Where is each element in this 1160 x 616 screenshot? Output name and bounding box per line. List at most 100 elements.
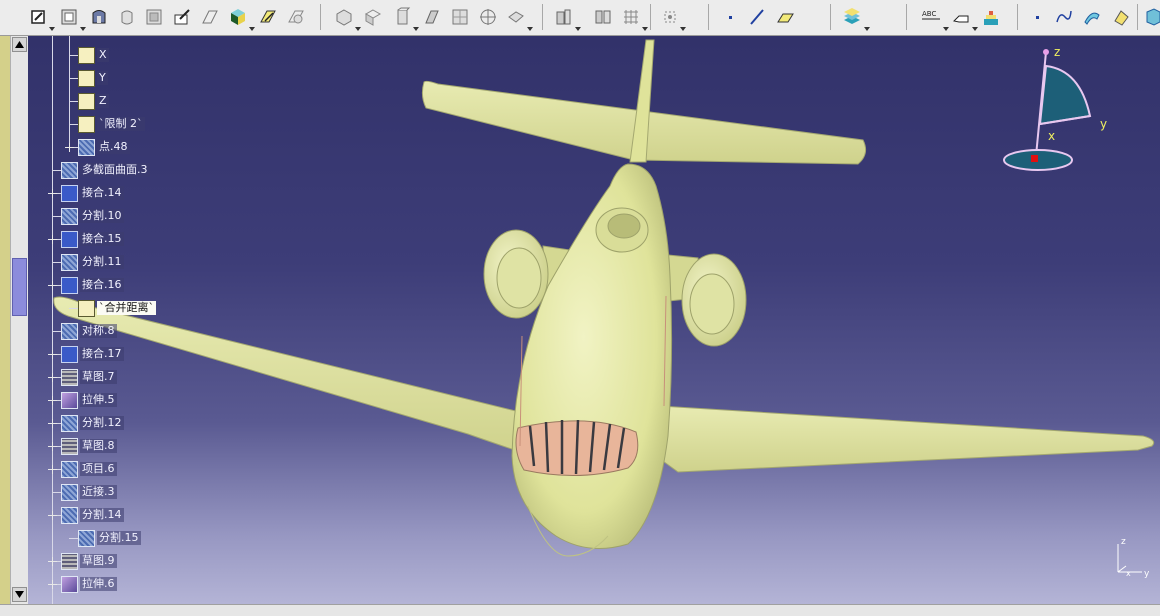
tree-expand-button[interactable] [48, 557, 57, 566]
tree-item[interactable]: 多截面曲面.3 [61, 161, 150, 179]
tree-item[interactable]: 草图.9 [61, 552, 117, 570]
tree-expand-button[interactable] [48, 511, 57, 520]
tree-item[interactable]: `限制 2` [78, 115, 145, 133]
tree-connector [69, 308, 78, 309]
tree-item[interactable]: 拉伸.6 [61, 575, 117, 593]
analysis-icon[interactable] [620, 6, 642, 28]
spline-icon[interactable] [1053, 6, 1075, 28]
tree-item-label: 拉伸.6 [80, 577, 117, 591]
scroll-up-button[interactable] [12, 37, 27, 52]
surface-edit-icon[interactable] [257, 6, 279, 28]
part-body-icon[interactable] [88, 6, 110, 28]
tree-expand-button[interactable] [48, 235, 57, 244]
tree-item-label: 分割.10 [80, 209, 124, 223]
tree-expand-button[interactable] [48, 396, 57, 405]
sketch-edit-icon[interactable] [171, 6, 193, 28]
3d-viewport[interactable]: z y x z y x X Y Z `限制 2` 点.48 多截面曲面.3 接合.14 分割.… [28, 36, 1160, 604]
tree-item[interactable]: 分割.12 [61, 414, 124, 432]
tree-item[interactable]: 接合.14 [61, 184, 124, 202]
arrow-up-icon [15, 41, 24, 48]
grid-icon[interactable] [659, 6, 681, 28]
tree-item[interactable]: 对称.8 [61, 322, 117, 340]
material-icon[interactable] [980, 6, 1002, 28]
tree-item-label: 拉伸.5 [80, 393, 117, 407]
tree-item-label: 分割.12 [80, 416, 124, 430]
curve-point-icon[interactable] [1026, 6, 1048, 28]
doc-icon [78, 92, 95, 110]
sketch-icon [61, 437, 78, 455]
sketch-icon [61, 368, 78, 386]
tree-item[interactable]: Y [78, 69, 108, 87]
point-icon[interactable] [719, 6, 741, 28]
tree-item-label: 草图.8 [80, 439, 117, 453]
tree-item-label: 分割.15 [97, 531, 141, 545]
view-target-icon[interactable] [477, 6, 499, 28]
tree-item[interactable]: 分割.15 [78, 529, 141, 547]
tree-item[interactable]: 草图.8 [61, 437, 117, 455]
view-side-icon[interactable] [421, 6, 443, 28]
extrude-icon[interactable] [116, 6, 138, 28]
tree-item[interactable]: 接合.16 [61, 276, 124, 294]
tree-item[interactable]: 近接.3 [61, 483, 117, 501]
compass-z-label: z [1054, 45, 1060, 59]
tree-item[interactable]: 点.48 [78, 138, 130, 156]
tree-item[interactable]: `合并距离` [78, 299, 156, 317]
tree-item-label: 接合.14 [80, 186, 124, 200]
near-icon [61, 483, 78, 501]
tree-item-label: 接合.16 [80, 278, 124, 292]
tree-item-label: 草图.7 [80, 370, 117, 384]
sketcher-icon[interactable] [28, 6, 50, 28]
plane-surface-icon[interactable] [774, 6, 796, 28]
cube-color-icon[interactable] [227, 6, 249, 28]
tree-expand-button[interactable] [48, 189, 57, 198]
line-icon[interactable] [746, 6, 768, 28]
wireframe-icon[interactable] [199, 6, 221, 28]
tree-item[interactable]: 接合.17 [61, 345, 124, 363]
extra-icon[interactable] [1142, 6, 1160, 28]
view-front-icon[interactable] [362, 6, 384, 28]
tree-item[interactable]: 草图.7 [61, 368, 117, 386]
scroll-down-button[interactable] [12, 587, 27, 602]
tree-expand-button[interactable] [65, 143, 74, 152]
pocket-icon[interactable] [143, 6, 165, 28]
surface-join-icon[interactable] [285, 6, 307, 28]
tree-expand-button[interactable] [48, 373, 57, 382]
view-iso-icon[interactable] [333, 6, 355, 28]
annotation-icon[interactable] [950, 6, 972, 28]
layers-icon[interactable] [841, 6, 863, 28]
view-rotate-icon[interactable] [505, 6, 527, 28]
view-top-icon[interactable] [391, 6, 413, 28]
tree-expand-button[interactable] [48, 442, 57, 451]
abc-text-icon[interactable]: ABC [920, 6, 942, 28]
tree-item[interactable]: 项目.6 [61, 460, 117, 478]
split-icon [78, 529, 95, 547]
compass-quadrant [1038, 64, 1092, 126]
measure-icon[interactable] [552, 6, 574, 28]
tree-item[interactable]: 分割.10 [61, 207, 124, 225]
tree-item[interactable]: 拉伸.5 [61, 391, 117, 409]
tree-item[interactable]: Z [78, 92, 109, 110]
sweep-icon[interactable] [1081, 6, 1103, 28]
scrollbar-thumb[interactable] [12, 258, 27, 316]
tree-expand-button[interactable] [48, 580, 57, 589]
arrow-down-icon [15, 591, 24, 598]
triad-z-label: z [1121, 537, 1126, 547]
plane-icon[interactable] [58, 6, 80, 28]
tree-item[interactable]: 分割.11 [61, 253, 124, 271]
tree-item[interactable]: 分割.14 [61, 506, 124, 524]
tree-item[interactable]: X [78, 46, 109, 64]
tree-connector [69, 101, 78, 102]
compass-widget[interactable]: z y x [998, 44, 1118, 184]
tree-expand-button[interactable] [48, 350, 57, 359]
measure-grid-icon[interactable] [592, 6, 614, 28]
fill-icon[interactable] [1110, 6, 1132, 28]
tree-expand-button[interactable] [48, 465, 57, 474]
tree-connector [52, 170, 61, 171]
tree-item[interactable]: 接合.15 [61, 230, 124, 248]
tree-scrollbar[interactable] [10, 36, 28, 604]
tree-expand-button[interactable] [48, 419, 57, 428]
tree-connector [52, 262, 61, 263]
view-multi-icon[interactable] [449, 6, 471, 28]
tree-expand-button[interactable] [48, 281, 57, 290]
tree-item-label: 接合.15 [80, 232, 124, 246]
